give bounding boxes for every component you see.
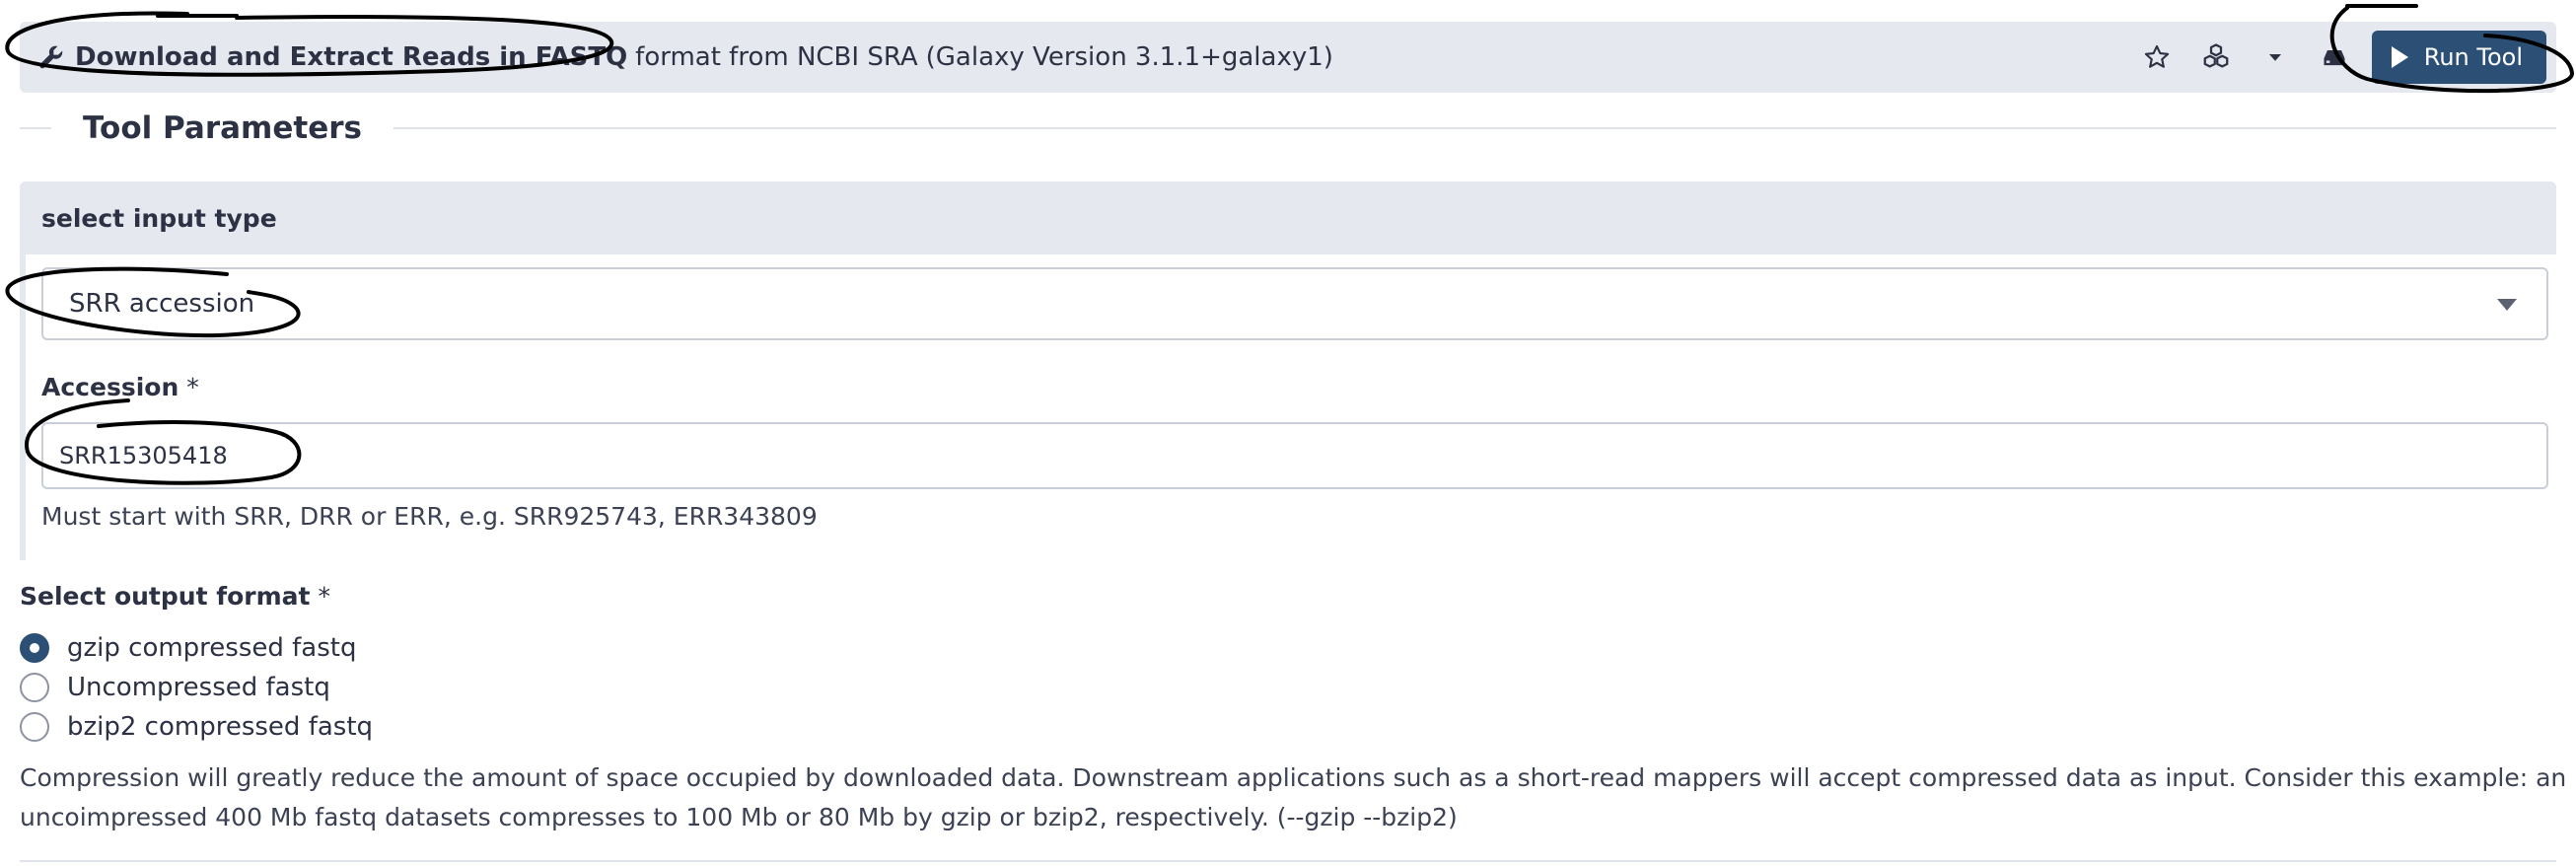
required-marker: *	[318, 582, 330, 611]
run-tool-label: Run Tool	[2423, 43, 2523, 71]
tool-version[interactable]: (Galaxy Version 3.1.1+galaxy1)	[926, 42, 1333, 72]
input-type-select[interactable]: SRR accession	[41, 267, 2548, 340]
run-tool-button[interactable]: Run Tool	[2371, 31, 2546, 84]
accession-label: Accession *	[41, 373, 199, 401]
radio-option-bzip2[interactable]: bzip2 compressed fastq	[20, 712, 373, 742]
output-format-label-text: Select output format	[20, 582, 311, 611]
bottom-divider	[20, 860, 2556, 862]
tool-parameters-legend: Tool Parameters	[20, 107, 2556, 150]
radio-button[interactable]	[20, 673, 49, 702]
accession-label-text: Accession	[41, 373, 179, 401]
conditional-label: select input type	[41, 203, 277, 233]
wrench-icon	[37, 43, 65, 71]
caret-down-icon	[2497, 299, 2517, 311]
select-value: SRR accession	[69, 289, 255, 319]
storage-icon[interactable]	[2315, 37, 2354, 77]
radio-label: bzip2 compressed fastq	[67, 712, 374, 742]
legend-divider-left	[20, 127, 51, 129]
star-icon[interactable]	[2137, 37, 2177, 77]
radio-button[interactable]	[20, 712, 49, 742]
required-marker: *	[186, 373, 199, 401]
radio-label: gzip compressed fastq	[67, 633, 357, 663]
conditional-header: select input type	[20, 181, 2556, 254]
radio-option-gzip[interactable]: gzip compressed fastq	[20, 633, 356, 663]
cubes-icon[interactable]	[2196, 37, 2236, 77]
radio-label: Uncompressed fastq	[67, 673, 330, 702]
tool-name: Download and Extract Reads in FASTQ	[75, 42, 628, 72]
output-format-label: Select output format *	[20, 582, 330, 611]
conditional-body-border	[20, 254, 39, 560]
output-format-help-line-1: Compression will greatly reduce the amou…	[20, 763, 2567, 792]
legend-divider-right	[393, 127, 2556, 129]
radio-button[interactable]	[20, 633, 49, 663]
play-icon	[2391, 46, 2408, 68]
tool-form-page: Download and Extract Reads in FASTQ form…	[0, 0, 2576, 866]
caret-down-icon[interactable]	[2255, 37, 2295, 77]
tool-title: Download and Extract Reads in FASTQ form…	[37, 42, 1333, 72]
accession-help: Must start with SRR, DRR or ERR, e.g. SR…	[41, 502, 818, 531]
tool-header: Download and Extract Reads in FASTQ form…	[20, 22, 2556, 93]
tool-description: format from NCBI SRA	[635, 42, 918, 72]
section-title: Tool Parameters	[83, 110, 362, 146]
output-format-help-line-2: uncoimpressed 400 Mb fastq datasets comp…	[20, 803, 1458, 831]
header-actions: Run Tool	[2117, 22, 2556, 93]
accession-input[interactable]	[41, 422, 2548, 489]
radio-option-uncompressed[interactable]: Uncompressed fastq	[20, 673, 330, 702]
